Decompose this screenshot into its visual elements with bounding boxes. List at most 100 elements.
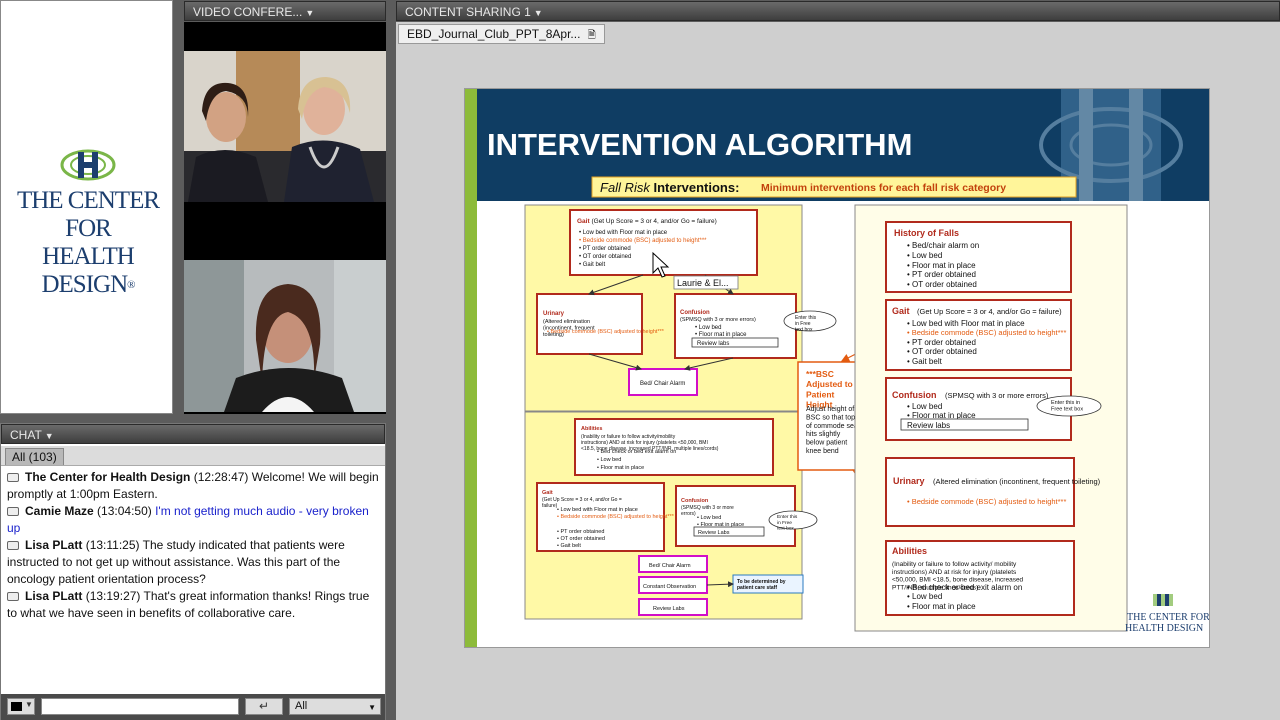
message-time: (12:28:47) — [193, 470, 249, 484]
content-pod-title: CONTENT SHARING 1 — [405, 5, 531, 19]
svg-text:(SPMSQ with 3 or more errors): (SPMSQ with 3 or more errors) — [945, 391, 1049, 400]
send-button[interactable]: ↵ — [245, 698, 283, 715]
svg-text:• Bedside commode (BSC) adjus: • Bedside commode (BSC) adjusted to heig… — [547, 329, 665, 335]
slide-subtitle-note: Minimum interventions for each fall risk… — [761, 182, 1006, 194]
speech-bubble-icon — [7, 507, 19, 516]
svg-text:Urinary: Urinary — [893, 476, 925, 486]
svg-text:Gait: Gait — [542, 490, 553, 496]
dropdown-caret-icon[interactable]: ▼ — [305, 8, 314, 18]
chat-message: The Center for Health Design (12:28:47) … — [7, 469, 379, 503]
svg-text:• OT order obtained: • OT order obtained — [907, 280, 977, 289]
svg-text:• Low bed with Floor mat in p: • Low bed with Floor mat in place — [557, 507, 638, 513]
svg-text:Confusion: Confusion — [680, 310, 710, 316]
chat-message-input[interactable] — [41, 698, 239, 715]
file-tab[interactable]: EBD_Journal_Club_PPT_8Apr... 🗎 — [398, 24, 605, 44]
text-color-picker[interactable]: ▼ — [7, 698, 35, 715]
chevron-down-icon: ▼ — [368, 703, 376, 712]
chevron-down-icon: ▼ — [25, 700, 33, 709]
svg-text:(Get Up Score = 3 or 4, and/or: (Get Up Score = 3 or 4, and/or Go = fail… — [917, 307, 1062, 316]
svg-text:• PT order obtained: • PT order obtained — [557, 529, 604, 535]
chat-input-bar: ▼ ↵ All ▼ — [1, 694, 385, 720]
dropdown-caret-icon[interactable]: ▼ — [534, 8, 543, 18]
slide-canvas: INTERVENTION ALGORITHM Fall Risk Interve… — [465, 89, 1210, 647]
chat-pod-header[interactable]: CHAT ▼ — [1, 424, 385, 444]
slide-title: INTERVENTION ALGORITHM — [487, 127, 912, 162]
svg-text:• Floor mat in place: • Floor mat in place — [695, 332, 747, 338]
svg-text:• PT order obtained: • PT order obtained — [579, 246, 631, 252]
svg-text:• Bedside commode (BSC) adjus: • Bedside commode (BSC) adjusted to heig… — [907, 497, 1066, 506]
message-author: Lisa PLatt — [25, 589, 83, 603]
svg-text:THE CENTER FOR: THE CENTER FOR — [1127, 612, 1210, 623]
svg-text:Constant Observation: Constant Observation — [643, 584, 696, 590]
svg-text:• Low bed: • Low bed — [597, 457, 621, 463]
svg-text:Gait (Get Up Score = 3 or 4, a: Gait (Get Up Score = 3 or 4, and/or Go =… — [577, 218, 717, 225]
svg-text:• Gait belt: • Gait belt — [907, 357, 943, 366]
logo-line-2: HEALTH DESIGN® — [41, 243, 135, 298]
svg-text:(SPMSQ with 3 or more errors): (SPMSQ with 3 or more errors) — [680, 317, 756, 323]
chat-tab-all[interactable]: All (103) — [5, 448, 64, 465]
cursor-label: Laurie & El... — [677, 278, 729, 288]
chat-pod: CHAT ▼ All (103) The Center for Health De… — [0, 423, 386, 720]
file-tab-label: EBD_Journal_Club_PPT_8Apr... — [407, 27, 581, 41]
svg-text:Enter this inFree text box: Enter this in Free text box — [1051, 400, 1083, 413]
message-author: Lisa PLatt — [25, 538, 83, 552]
chat-message: Lisa PLatt (13:19:27) That's great infor… — [7, 588, 379, 622]
svg-text:• OT order obtained: • OT order obtained — [579, 254, 631, 260]
video-area — [184, 22, 386, 414]
svg-text:• Bedside commode (BSC) adjus: • Bedside commode (BSC) adjusted to heig… — [579, 238, 707, 244]
speech-bubble-icon — [7, 541, 19, 550]
slide-subtitle: Fall Risk Interventions: — [600, 180, 739, 195]
svg-text:Review labs: Review labs — [907, 421, 950, 430]
svg-text:Abilities: Abilities — [581, 426, 602, 432]
svg-text:• Low bed: • Low bed — [697, 515, 721, 521]
color-swatch-icon — [11, 702, 22, 711]
svg-text:Confusion: Confusion — [681, 498, 709, 504]
svg-text:• Floor mat in place: • Floor mat in place — [907, 261, 976, 270]
svg-text:• PT order obtained: • PT order obtained — [907, 338, 976, 347]
svg-text:• Gait belt: • Gait belt — [557, 543, 581, 549]
svg-text:Urinary: Urinary — [543, 311, 565, 317]
video-pod-header[interactable]: VIDEO CONFERE... ▼ — [184, 1, 386, 21]
chat-tab-bar: All (103) — [1, 446, 385, 466]
svg-text:Bed/ Chair Alarm: Bed/ Chair Alarm — [649, 563, 691, 569]
svg-text:• Bedside commode (BSC) adjus: • Bedside commode (BSC) adjusted to heig… — [557, 514, 675, 520]
svg-text:Bed/ Chair Alarm: Bed/ Chair Alarm — [640, 381, 685, 387]
svg-text:Abilities: Abilities — [892, 546, 927, 556]
svg-text:• Low bed: • Low bed — [695, 325, 721, 331]
svg-text:• Low bed with Floor mat in p: • Low bed with Floor mat in place — [579, 230, 668, 236]
svg-text:• Gait belt: • Gait belt — [579, 262, 605, 268]
center-for-health-design-logo: THE CENTER FOR HEALTH DESIGN® — [13, 148, 163, 299]
message-author: Camie Maze — [25, 504, 94, 518]
message-time: (13:11:25) — [85, 538, 140, 552]
svg-text:• Bed/chair alarm on: • Bed/chair alarm on — [907, 241, 979, 250]
chat-message: Camie Maze (13:04:50) I'm not getting mu… — [7, 503, 379, 537]
svg-text:• OT order obtained: • OT order obtained — [557, 536, 605, 542]
svg-text:HEALTH DESIGN: HEALTH DESIGN — [1125, 623, 1203, 634]
chat-message-list: The Center for Health Design (12:28:47) … — [7, 469, 379, 622]
svg-text:• Floor mat in place: • Floor mat in place — [907, 602, 976, 611]
logo-emblem-icon — [60, 149, 116, 181]
document-icon: 🗎 — [587, 30, 596, 41]
logo-line-1: THE CENTER FOR — [16, 187, 160, 242]
content-pod-header[interactable]: CONTENT SHARING 1 ▼ — [396, 1, 1280, 21]
svg-text:• Bed check or bed exit alarm: • Bed check or bed exit alarm on — [597, 449, 676, 455]
svg-text:Gait: Gait — [892, 306, 910, 316]
recipient-select[interactable]: All ▼ — [289, 698, 381, 715]
svg-text:• Low bed with Floor mat in p: • Low bed with Floor mat in place — [907, 319, 1025, 328]
message-time: (13:04:50) — [97, 504, 152, 518]
dropdown-caret-icon[interactable]: ▼ — [45, 431, 54, 441]
video-feed-1 — [184, 51, 386, 202]
svg-text:• OT order obtained: • OT order obtained — [907, 347, 977, 356]
video-feed-2 — [184, 260, 386, 412]
svg-text:• Bed check or bed exit alarm: • Bed check or bed exit alarm on — [907, 583, 1022, 592]
svg-text:• Low bed: • Low bed — [907, 402, 942, 411]
svg-text:Review Labs: Review Labs — [698, 530, 730, 536]
recipient-label: All — [295, 700, 308, 712]
speech-bubble-icon — [7, 473, 19, 482]
svg-text:• PT order obtained: • PT order obtained — [907, 270, 976, 279]
logo-pod: THE CENTER FOR HEALTH DESIGN® — [0, 0, 173, 414]
video-pod-title: VIDEO CONFERE... — [193, 5, 303, 19]
svg-text:• Low bed: • Low bed — [907, 592, 942, 601]
message-author: The Center for Health Design — [25, 470, 191, 484]
svg-text:Confusion: Confusion — [892, 390, 937, 400]
